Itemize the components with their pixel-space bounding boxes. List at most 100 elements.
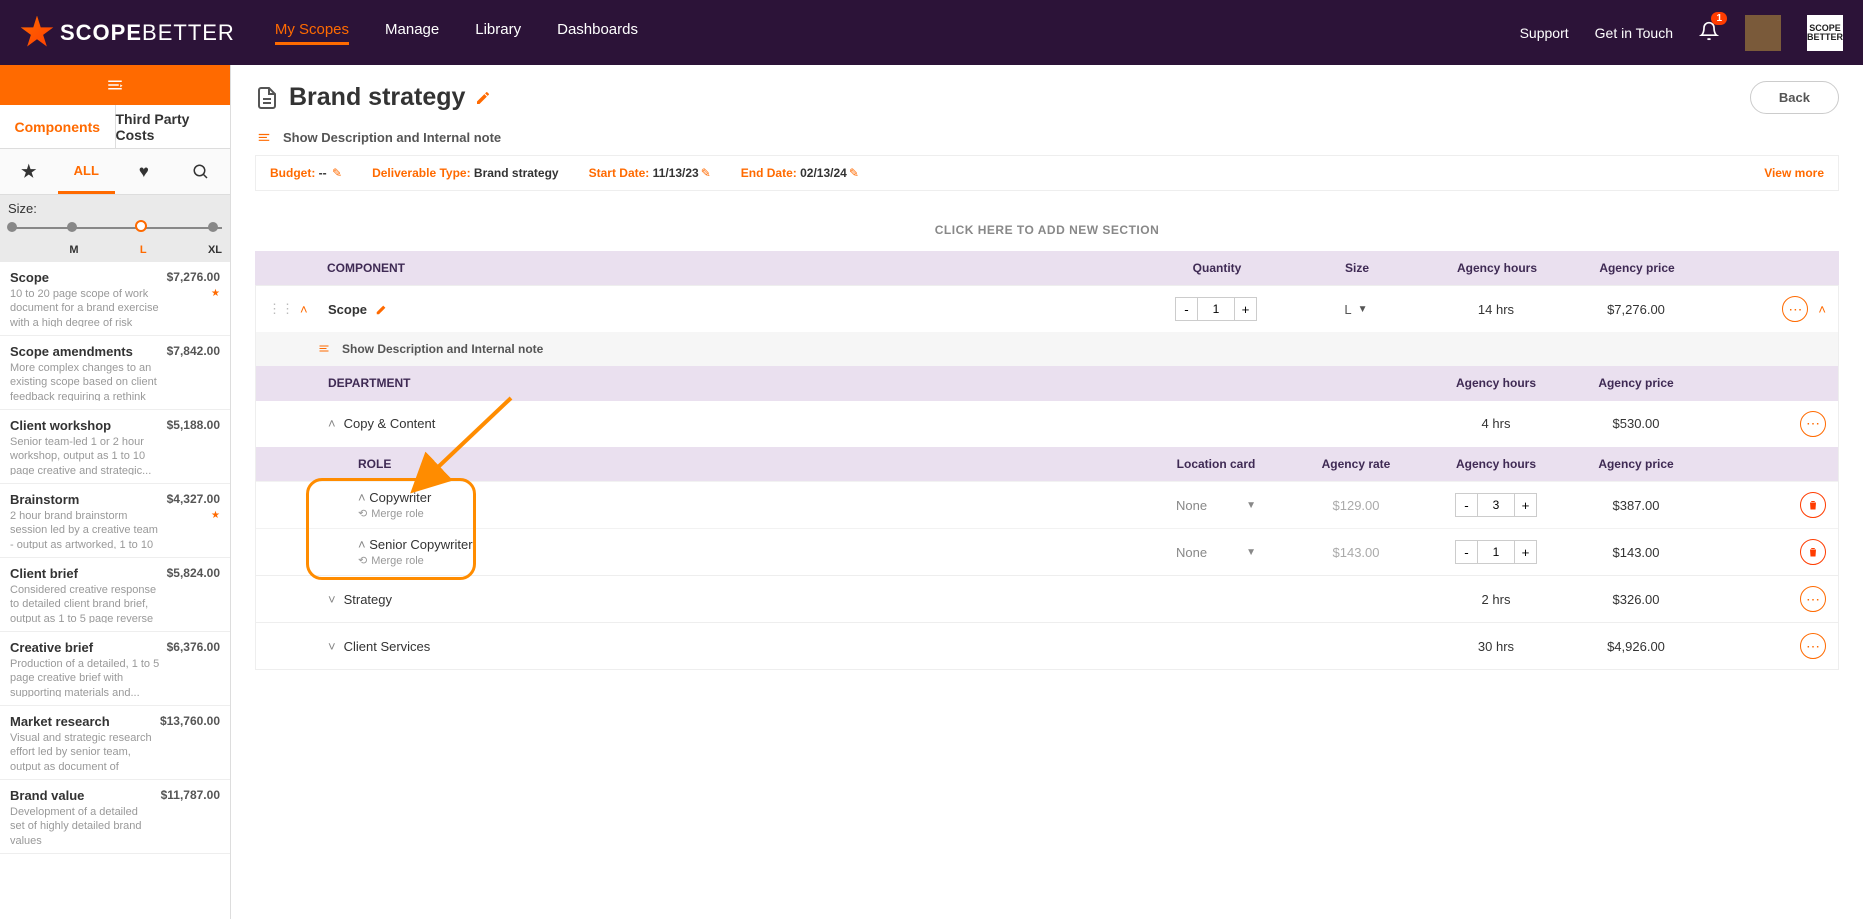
size-select[interactable]: L ▼ <box>1344 302 1367 317</box>
org-logo[interactable]: SCOPEBETTER <box>1807 15 1843 51</box>
chevron-up-icon[interactable]: ˄ <box>358 537 366 552</box>
link-icon: ⟲ <box>358 507 367 520</box>
more-menu[interactable]: ⋯ <box>1800 411 1826 437</box>
sidebar-collapse[interactable] <box>0 65 230 105</box>
role-header: ROLE Location card Agency rate Agency ho… <box>256 447 1838 481</box>
hours-stepper[interactable]: - + <box>1455 540 1537 564</box>
chevron-up-icon[interactable]: ˄ <box>300 302 308 317</box>
drag-handle[interactable]: ⋮⋮ ˄ <box>268 301 328 317</box>
hours-input[interactable] <box>1478 541 1514 563</box>
heart-icon: ♥ <box>139 162 149 182</box>
dept-hours: 30 hrs <box>1426 639 1566 654</box>
location-select[interactable]: None▼ <box>1176 545 1256 560</box>
qty-plus[interactable]: + <box>1514 494 1536 516</box>
chevron-up-icon[interactable]: ˄ <box>358 490 366 505</box>
notes-icon <box>255 131 273 145</box>
nav-library[interactable]: Library <box>475 21 521 45</box>
start-edit[interactable]: ✎ <box>701 166 711 180</box>
role-row: ˄ Copywriter ⟲ Merge role None▼ $129.00 … <box>256 481 1838 528</box>
chevron-down-icon[interactable]: ˅ <box>328 592 336 607</box>
component-row-scope: ⋮⋮ ˄ Scope - + L ▼ 14 hrs $7,276.00 <box>256 286 1838 332</box>
avatar[interactable] <box>1745 15 1781 51</box>
component-title: Brand value <box>10 788 155 803</box>
component-price: $7,842.00 <box>167 344 220 358</box>
nav-support[interactable]: Support <box>1520 25 1569 41</box>
delete-button[interactable] <box>1800 539 1826 565</box>
end-edit[interactable]: ✎ <box>849 166 859 180</box>
show-description-toggle[interactable]: Show Description and Internal note <box>255 130 1839 145</box>
table-body: ⋮⋮ ˄ Scope - + L ▼ 14 hrs $7,276.00 <box>255 285 1839 670</box>
hours-input[interactable] <box>1478 494 1514 516</box>
delete-button[interactable] <box>1800 492 1826 518</box>
nav-dashboards[interactable]: Dashboards <box>557 21 638 45</box>
col-department: DEPARTMENT <box>328 376 1146 390</box>
role-name: Copywriter <box>369 490 431 505</box>
tab-components[interactable]: Components <box>0 105 116 148</box>
merge-role[interactable]: ⟲ Merge role <box>358 507 1146 520</box>
merge-role[interactable]: ⟲ Merge role <box>358 554 1146 567</box>
component-list[interactable]: Scope 10 to 20 page scope of work docume… <box>0 262 230 919</box>
size-label: Size: <box>8 201 222 216</box>
nav-manage[interactable]: Manage <box>385 21 439 45</box>
col-location: Location card <box>1146 457 1286 471</box>
hours-stepper[interactable]: - + <box>1455 493 1537 517</box>
filter-star[interactable]: ★ <box>0 149 58 194</box>
show-description-label: Show Description and Internal note <box>283 130 501 145</box>
edit-icon[interactable] <box>375 302 389 316</box>
logo-text-1: SCOPE <box>60 20 142 45</box>
notifications-button[interactable]: 1 <box>1699 20 1719 45</box>
more-menu[interactable]: ⋯ <box>1800 586 1826 612</box>
size-slider[interactable]: Size: M L XL <box>0 195 230 262</box>
component-price: $6,376.00 <box>167 640 220 654</box>
qty-minus[interactable]: - <box>1176 298 1198 320</box>
filter-all[interactable]: ALL <box>58 149 116 194</box>
quantity-stepper[interactable]: - + <box>1175 297 1257 321</box>
component-item[interactable]: Scope amendments More complex changes to… <box>0 336 230 410</box>
chevron-up-icon[interactable]: ˄ <box>328 416 336 431</box>
budget-edit[interactable]: ✎ <box>332 166 342 180</box>
component-item[interactable]: Brand value Development of a detailed se… <box>0 780 230 854</box>
component-item[interactable]: Scope 10 to 20 page scope of work docume… <box>0 262 230 336</box>
view-more[interactable]: View more <box>1764 166 1824 180</box>
back-button[interactable]: Back <box>1750 81 1839 114</box>
drag-icon: ⋮⋮ <box>268 301 294 317</box>
chevron-down-icon[interactable]: ˅ <box>328 639 336 654</box>
qty-plus[interactable]: + <box>1514 541 1536 563</box>
tab-thirdparty[interactable]: Third Party Costs <box>116 105 231 148</box>
component-item[interactable]: Brainstorm 2 hour brand brainstorm sessi… <box>0 484 230 558</box>
edit-icon[interactable] <box>475 90 491 106</box>
component-price: $5,188.00 <box>167 418 220 432</box>
col-agency-price: Agency price <box>1567 261 1707 275</box>
dept-price: $326.00 <box>1566 592 1706 607</box>
component-item[interactable]: Creative brief Production of a detailed,… <box>0 632 230 706</box>
size-l[interactable]: L <box>140 244 147 256</box>
scope-show-description[interactable]: Show Description and Internal note <box>256 332 1838 366</box>
role-price: $387.00 <box>1566 498 1706 513</box>
size-m[interactable]: M <box>69 244 78 256</box>
qty-plus[interactable]: + <box>1234 298 1256 320</box>
more-menu[interactable]: ⋯ <box>1782 296 1808 322</box>
add-section[interactable]: CLICK HERE TO ADD NEW SECTION <box>255 223 1839 237</box>
location-select[interactable]: None▼ <box>1176 498 1256 513</box>
col-size: Size <box>1287 261 1427 275</box>
component-item[interactable]: Client brief Considered creative respons… <box>0 558 230 632</box>
filter-search[interactable] <box>173 149 231 194</box>
department-row-client-services: ˅ Client Services 30 hrs $4,926.00 ⋯ <box>256 622 1838 669</box>
dept-hours: 2 hrs <box>1426 592 1566 607</box>
role-rate: $143.00 <box>1286 545 1426 560</box>
more-menu[interactable]: ⋯ <box>1800 633 1826 659</box>
collapse-toggle[interactable]: ˄ <box>1818 302 1826 317</box>
nav-my-scopes[interactable]: My Scopes <box>275 21 349 45</box>
nav-contact[interactable]: Get in Touch <box>1595 25 1673 41</box>
qty-minus[interactable]: - <box>1456 494 1478 516</box>
notification-badge: 1 <box>1711 12 1727 25</box>
component-item[interactable]: Client workshop Senior team-led 1 or 2 h… <box>0 410 230 484</box>
component-title: Brainstorm <box>10 492 161 507</box>
component-item[interactable]: Market research Visual and strategic res… <box>0 706 230 780</box>
qty-input[interactable] <box>1198 298 1234 320</box>
size-xl[interactable]: XL <box>208 244 222 256</box>
col-component: COMPONENT <box>327 261 1147 275</box>
qty-minus[interactable]: - <box>1456 541 1478 563</box>
filter-fav[interactable]: ♥ <box>115 149 173 194</box>
component-desc: 2 hour brand brainstorm session led by a… <box>10 509 161 549</box>
